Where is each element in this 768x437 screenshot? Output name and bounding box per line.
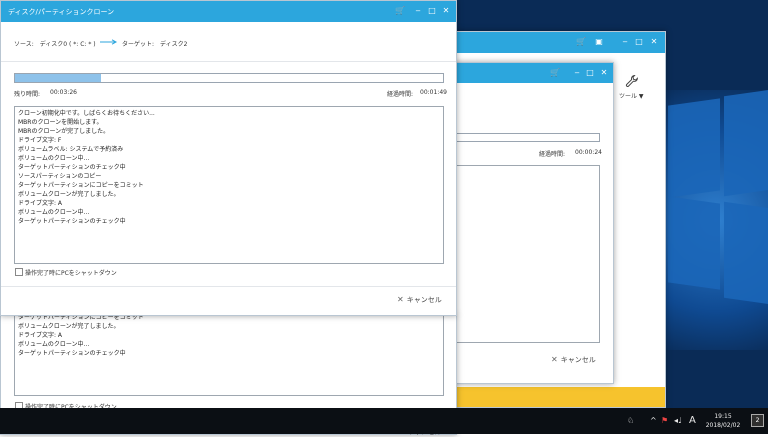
log-line: ドライブ文字: A: [18, 332, 63, 339]
close-icon[interactable]: ✕: [440, 6, 452, 16]
middle-window-titlebar: 🛒 ‒ □ ✕: [453, 63, 613, 83]
maximize-icon[interactable]: □: [426, 6, 438, 16]
notification-center-icon[interactable]: 2: [751, 414, 764, 427]
cart-icon[interactable]: 🛒: [394, 6, 406, 16]
close-icon[interactable]: ✕: [648, 37, 660, 47]
cancel-button[interactable]: ✕キャンセル: [397, 295, 442, 305]
remaining-time-value: 00:03:26: [50, 89, 77, 96]
log-line: ボリュームのクローン中...: [18, 209, 90, 216]
log-line: MBRのクローンを開始します。: [18, 119, 103, 126]
cancel-button[interactable]: ✕キャンセル: [551, 355, 596, 365]
wallpaper-pane: [724, 87, 768, 197]
clone-log-box[interactable]: クローン初期化中です。しばらくお待ちください... MBRのクローンを開始します…: [14, 106, 444, 264]
tools-menu[interactable]: ツール ▼: [619, 91, 644, 100]
middle-log-box[interactable]: [456, 165, 600, 343]
elapsed-label: 経過時間:: [539, 151, 566, 158]
show-hidden-icons[interactable]: ^: [650, 416, 657, 426]
wallpaper-pane: [668, 98, 720, 198]
close-icon[interactable]: ✕: [598, 68, 610, 78]
source-disk-label: ソース: ディスク0 ( *: C: * ): [14, 41, 96, 48]
main-window-titlebar: ディスク/パーティションクローン 🛒 ‒ □ ✕: [1, 1, 456, 22]
maximize-icon[interactable]: □: [633, 37, 645, 47]
cart-icon[interactable]: 🛒: [575, 37, 587, 47]
log-line: ターゲットパーティションのチェック中: [18, 218, 126, 225]
cancel-label: キャンセル: [406, 296, 442, 304]
log-line: クローン初期化中です。しばらくお待ちください...: [18, 110, 155, 117]
clock-date: 2018/02/02: [705, 422, 741, 429]
volume-icon[interactable]: ◂♩: [674, 416, 682, 426]
log-line: ボリュームラベル: システムで予約済み: [18, 146, 124, 153]
log-line: MBRのクローンが完了しました。: [18, 128, 110, 135]
wallpaper-pane: [668, 196, 720, 290]
close-x-icon: ✕: [551, 355, 558, 364]
cart-icon[interactable]: 🛒: [549, 68, 561, 78]
log-line: ターゲットパーティションのチェック中: [18, 350, 126, 357]
back-window-footer: [453, 387, 665, 407]
minimize-icon[interactable]: ‒: [571, 68, 583, 78]
back-window-titlebar: 🛒 ▣ ‒ □ ✕: [453, 32, 665, 53]
maximize-icon[interactable]: □: [584, 68, 596, 78]
close-x-icon: ✕: [397, 295, 404, 304]
clock[interactable]: 19:15 2018/02/02: [700, 412, 746, 430]
log-line: ボリュームクローンが完了しました。: [18, 191, 120, 198]
lower-log-box[interactable]: ターゲットパーティションにコピーをコミット ボリュームクローンが完了しました。 …: [14, 313, 444, 396]
network-warning-icon[interactable]: ⚑: [661, 416, 668, 426]
log-line: ボリュームのクローン中...: [18, 341, 90, 348]
clock-time: 19:15: [714, 413, 732, 420]
elapsed-time-label: 経過時間:: [387, 91, 414, 98]
wrench-icon[interactable]: [625, 74, 639, 88]
elapsed-time-value: 00:01:49: [420, 89, 447, 96]
target-disk-label: ターゲット: ディスク2: [122, 41, 188, 48]
window-title: ディスク/パーティションクローン: [8, 8, 115, 16]
log-line: ソースパーティションのコピー: [18, 173, 102, 180]
shutdown-checkbox[interactable]: [15, 268, 23, 276]
clone-progress-window: ディスク/パーティションクローン 🛒 ‒ □ ✕ ソース: ディスク0 ( *:…: [0, 0, 457, 316]
divider: [1, 286, 456, 287]
window-icon[interactable]: ▣: [593, 37, 605, 47]
log-line: ターゲットパーティションのチェック中: [18, 164, 126, 171]
minimize-icon[interactable]: ‒: [619, 37, 631, 47]
elapsed-value: 00:00:24: [575, 149, 602, 156]
lower-log-lines: ターゲットパーティションにコピーをコミット ボリュームクローンが完了しました。 …: [15, 313, 443, 358]
minimize-icon[interactable]: ‒: [412, 6, 424, 16]
clone-progress-bar: [14, 73, 444, 83]
log-line: ドライブ文字: A: [18, 200, 63, 207]
divider: [1, 61, 456, 62]
remaining-time-label: 残り時間:: [14, 91, 41, 98]
log-line: ドライブ文字: F: [18, 137, 62, 144]
taskbar: ♘ ^ ⚑ ◂♩ A 19:15 2018/02/02 2: [0, 408, 768, 434]
arrow-right-icon: [100, 39, 118, 45]
log-line: ターゲットパーティションにコピーをコミット: [18, 182, 144, 189]
cancel-label: キャンセル: [560, 356, 596, 364]
middle-clone-window: 🛒 ‒ □ ✕ 経過時間: 00:00:24 ✕ キャンセル: [452, 62, 614, 384]
shutdown-label: 操作完了時にPCをシャットダウン: [25, 270, 117, 277]
people-icon[interactable]: ♘: [627, 416, 634, 426]
wallpaper-pane: [724, 201, 768, 307]
ime-indicator[interactable]: A: [689, 416, 696, 426]
log-lines: クローン初期化中です。しばらくお待ちください... MBRのクローンを開始します…: [15, 107, 443, 228]
log-line: ボリュームクローンが完了しました。: [18, 323, 120, 330]
log-line: ボリュームのクローン中...: [18, 155, 90, 162]
progress-fill: [15, 74, 101, 82]
middle-progress-bar: [456, 133, 600, 142]
